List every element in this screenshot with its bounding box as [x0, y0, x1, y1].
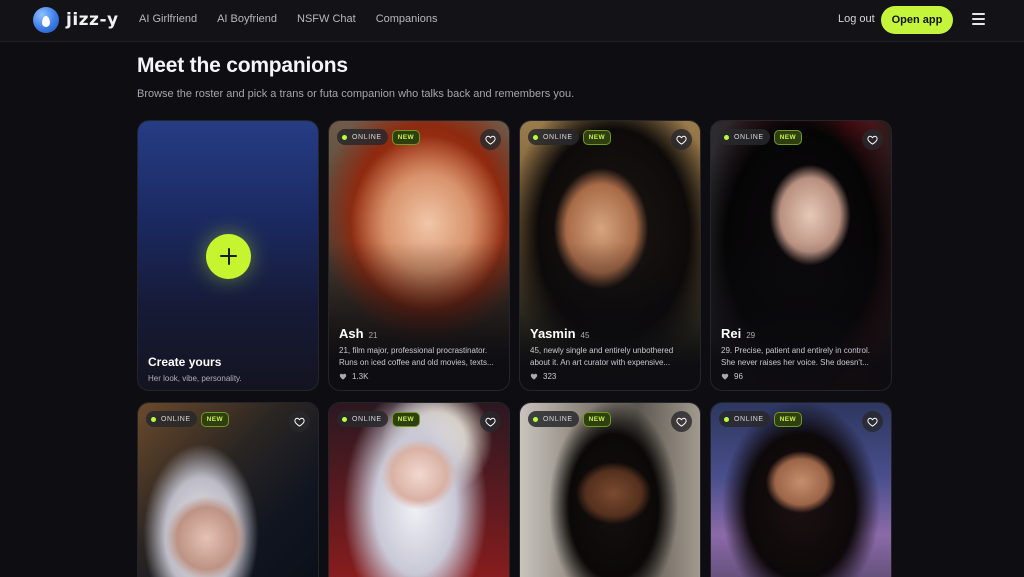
nav-link-companions[interactable]: Companions — [376, 13, 438, 25]
companion-card[interactable]: ONLINE NEW — [137, 402, 319, 577]
online-dot-icon — [151, 416, 156, 422]
online-dot-icon — [533, 134, 538, 140]
likes-count: 96 — [721, 372, 743, 381]
heart-icon — [721, 373, 729, 380]
companion-card[interactable]: ONLINE NEW Rei 29 29. Precise, patient a… — [710, 120, 892, 391]
heart-icon — [339, 373, 347, 380]
brand-name: jizz-y — [66, 10, 119, 30]
companion-photo — [329, 403, 509, 577]
favorite-heart-icon[interactable] — [289, 411, 310, 432]
online-dot-icon — [724, 416, 729, 422]
companion-age: 29 — [746, 331, 756, 340]
companion-photo — [138, 403, 318, 577]
new-badge: NEW — [773, 411, 803, 427]
likes-count: 1.3K — [339, 372, 368, 381]
page-subtitle: Browse the roster and pick a trans or fu… — [137, 88, 575, 100]
nav-link-ai-boyfriend[interactable]: AI Boyfriend — [217, 13, 277, 25]
new-badge: NEW — [200, 411, 230, 427]
online-badge: ONLINE — [337, 129, 388, 145]
brand-logo[interactable]: jizz-y — [33, 7, 119, 33]
open-app-button[interactable]: Open app — [881, 6, 953, 34]
online-badge: ONLINE — [528, 129, 579, 145]
online-badge: ONLINE — [719, 129, 770, 145]
online-badge: ONLINE — [719, 411, 770, 427]
favorite-heart-icon[interactable] — [671, 411, 692, 432]
companion-card[interactable]: ONLINE NEW Ash 21 21, film major, profes… — [328, 120, 510, 391]
new-badge: NEW — [582, 129, 612, 145]
drop-icon — [33, 7, 59, 33]
heart-icon — [530, 373, 538, 380]
companion-age: 21 — [368, 331, 378, 340]
companion-name: Rei — [721, 326, 742, 341]
favorite-heart-icon[interactable] — [862, 411, 883, 432]
online-badge: ONLINE — [146, 411, 197, 427]
online-badge: ONLINE — [528, 411, 579, 427]
online-dot-icon — [342, 134, 347, 140]
companion-photo — [520, 403, 700, 577]
create-card-subtitle: Her look, vibe, personality. — [148, 374, 242, 383]
companion-card[interactable]: ONLINE NEW — [710, 402, 892, 577]
companion-description: 45, newly single and entirely unbothered… — [530, 346, 674, 367]
nav-link-ai-girlfriend[interactable]: AI Girlfriend — [139, 13, 197, 25]
plus-icon[interactable] — [206, 234, 251, 279]
companion-description: 29. Precise, patient and entirely in con… — [721, 346, 870, 367]
companion-photo — [711, 403, 891, 577]
create-companion-card[interactable]: Create yours Her look, vibe, personality… — [137, 120, 319, 391]
companion-age: 45 — [580, 331, 590, 340]
companion-description: 21, film major, professional procrastina… — [339, 346, 494, 367]
online-badge: ONLINE — [337, 411, 388, 427]
new-badge: NEW — [391, 411, 421, 427]
new-badge: NEW — [391, 129, 421, 145]
logout-link[interactable]: Log out — [838, 13, 875, 25]
companion-name: Ash — [339, 326, 364, 341]
top-nav: jizz-y AI Girlfriend AI Boyfriend NSFW C… — [0, 0, 1024, 42]
nav-links: AI Girlfriend AI Boyfriend NSFW Chat Com… — [139, 13, 457, 25]
companion-name: Yasmin — [530, 326, 576, 341]
companion-card[interactable]: ONLINE NEW Yasmin 45 45, newly single an… — [519, 120, 701, 391]
nav-link-nsfw-chat[interactable]: NSFW Chat — [297, 13, 356, 25]
companion-card[interactable]: ONLINE NEW — [519, 402, 701, 577]
online-dot-icon — [342, 416, 347, 422]
page-title: Meet the companions — [137, 54, 348, 77]
favorite-heart-icon[interactable] — [862, 129, 883, 150]
create-card-title: Create yours — [148, 355, 222, 369]
likes-count: 323 — [530, 372, 556, 381]
companion-card[interactable]: ONLINE NEW — [328, 402, 510, 577]
menu-icon[interactable] — [972, 13, 986, 25]
online-dot-icon — [533, 416, 538, 422]
favorite-heart-icon[interactable] — [480, 129, 501, 150]
favorite-heart-icon[interactable] — [671, 129, 692, 150]
favorite-heart-icon[interactable] — [480, 411, 501, 432]
new-badge: NEW — [582, 411, 612, 427]
online-dot-icon — [724, 134, 729, 140]
new-badge: NEW — [773, 129, 803, 145]
